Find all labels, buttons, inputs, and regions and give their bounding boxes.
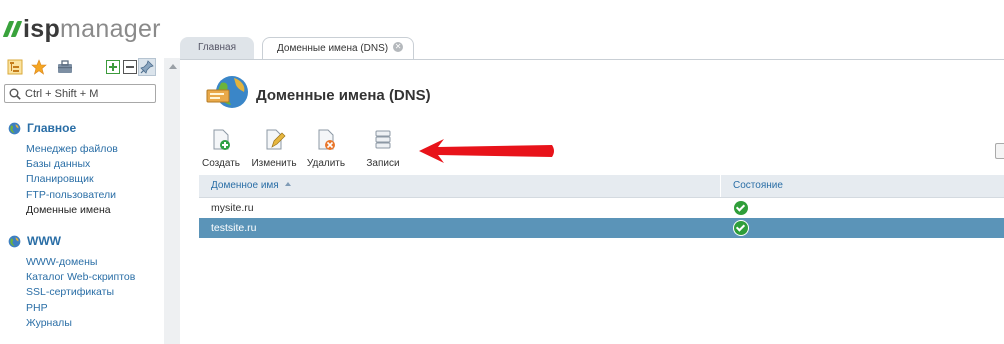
table-header: Доменное имя Состояние: [199, 175, 1004, 198]
tab-label: Доменные имена (DNS): [277, 43, 389, 54]
sidebar-item-web-scripts[interactable]: Каталог Web-скриптов: [26, 270, 158, 285]
section-title: Главное: [27, 121, 77, 135]
edit-button[interactable]: Изменить: [247, 128, 301, 169]
sidebar-item-logs[interactable]: Журналы: [26, 316, 158, 331]
section-title: WWW: [27, 234, 61, 248]
domains-table: Доменное имя Состояние mysite.ru testsit…: [199, 175, 1004, 238]
delete-button[interactable]: Удалить: [303, 128, 349, 169]
create-button[interactable]: Создать: [198, 128, 244, 169]
delete-document-icon: [318, 129, 335, 150]
ispmanager-logo[interactable]: ispmanager: [2, 14, 161, 44]
section-header-main[interactable]: Главное: [8, 120, 158, 136]
column-header-status[interactable]: Состояние: [721, 175, 1004, 197]
sidebar-section-www: WWW WWW-домены Каталог Web-скриптов SSL-…: [8, 233, 158, 331]
sidebar-item-scheduler[interactable]: Планировщик: [26, 172, 158, 187]
collapse-arrow-icon: [169, 64, 177, 69]
sidebar-item-ftp-users[interactable]: FTP-пользователи: [26, 188, 158, 203]
column-settings-icon[interactable]: [995, 143, 1004, 159]
sidebar-section-main: Главное Менеджер файлов Базы данных План…: [8, 120, 158, 218]
star-favorites-icon[interactable]: [30, 58, 48, 76]
pin-icon[interactable]: [138, 58, 156, 76]
records-button[interactable]: Записи: [361, 128, 405, 169]
globe-icon: [8, 235, 21, 247]
column-label: Состояние: [733, 180, 783, 191]
main-content: Доменные имена (DNS) Создать Изменить Уд…: [180, 60, 1004, 344]
status-cell: [721, 218, 1004, 238]
sidebar-item-domain-names[interactable]: Доменные имена: [26, 203, 158, 218]
edit-document-icon: [266, 129, 286, 150]
sidebar-collapse-bar[interactable]: [164, 58, 180, 344]
table-row[interactable]: testsite.ru: [199, 218, 1004, 238]
sidebar: ispmanager Главное Ме: [0, 0, 164, 344]
annotation-arrow-icon: [419, 139, 554, 163]
sidebar-item-www-domains[interactable]: WWW-домены: [26, 255, 158, 270]
domain-cell: mysite.ru: [211, 202, 254, 214]
search-icon: [9, 88, 21, 103]
collapse-all-icon[interactable]: [121, 58, 139, 76]
status-cell: [721, 198, 1004, 218]
tree-view-icon[interactable]: [6, 58, 24, 76]
domain-cell: testsite.ru: [211, 222, 257, 234]
status-ok-icon: [734, 201, 748, 215]
status-ok-icon: [734, 221, 748, 235]
dns-globe-icon: [206, 76, 248, 108]
sidebar-toolbar: [6, 58, 158, 78]
sidebar-item-file-manager[interactable]: Менеджер файлов: [26, 142, 158, 157]
button-label: Записи: [366, 158, 400, 169]
logo-text-light: manager: [60, 15, 161, 43]
logo-mark-icon: [2, 21, 23, 37]
briefcase-icon[interactable]: [56, 58, 74, 76]
tab-domain-names-dns[interactable]: Доменные имена (DNS) ✕: [262, 37, 414, 60]
sidebar-item-php[interactable]: PHP: [26, 301, 158, 316]
column-label: Доменное имя: [211, 180, 279, 191]
records-list-icon: [375, 130, 391, 149]
button-label: Изменить: [251, 158, 297, 169]
tab-bar: Главная Доменные имена (DNS) ✕: [180, 37, 1004, 60]
logo-text-bold: isp: [23, 15, 61, 43]
search-input[interactable]: [25, 86, 153, 101]
button-label: Создать: [201, 158, 240, 169]
sidebar-item-ssl-certificates[interactable]: SSL-сертификаты: [26, 285, 158, 300]
close-icon[interactable]: ✕: [393, 42, 404, 53]
section-header-www[interactable]: WWW: [8, 233, 158, 249]
page-title: Доменные имена (DNS): [256, 87, 431, 104]
globe-icon: [8, 122, 21, 134]
tab-label: Главная: [197, 42, 237, 53]
tab-home[interactable]: Главная: [180, 37, 254, 59]
expand-all-icon[interactable]: [104, 58, 122, 76]
table-row[interactable]: mysite.ru: [199, 198, 1004, 218]
sidebar-item-databases[interactable]: Базы данных: [26, 157, 158, 172]
sort-ascending-icon: [284, 182, 291, 187]
menu-search[interactable]: [4, 84, 156, 103]
column-header-domain[interactable]: Доменное имя: [199, 175, 721, 197]
button-label: Удалить: [306, 158, 346, 169]
add-document-icon: [213, 129, 230, 150]
